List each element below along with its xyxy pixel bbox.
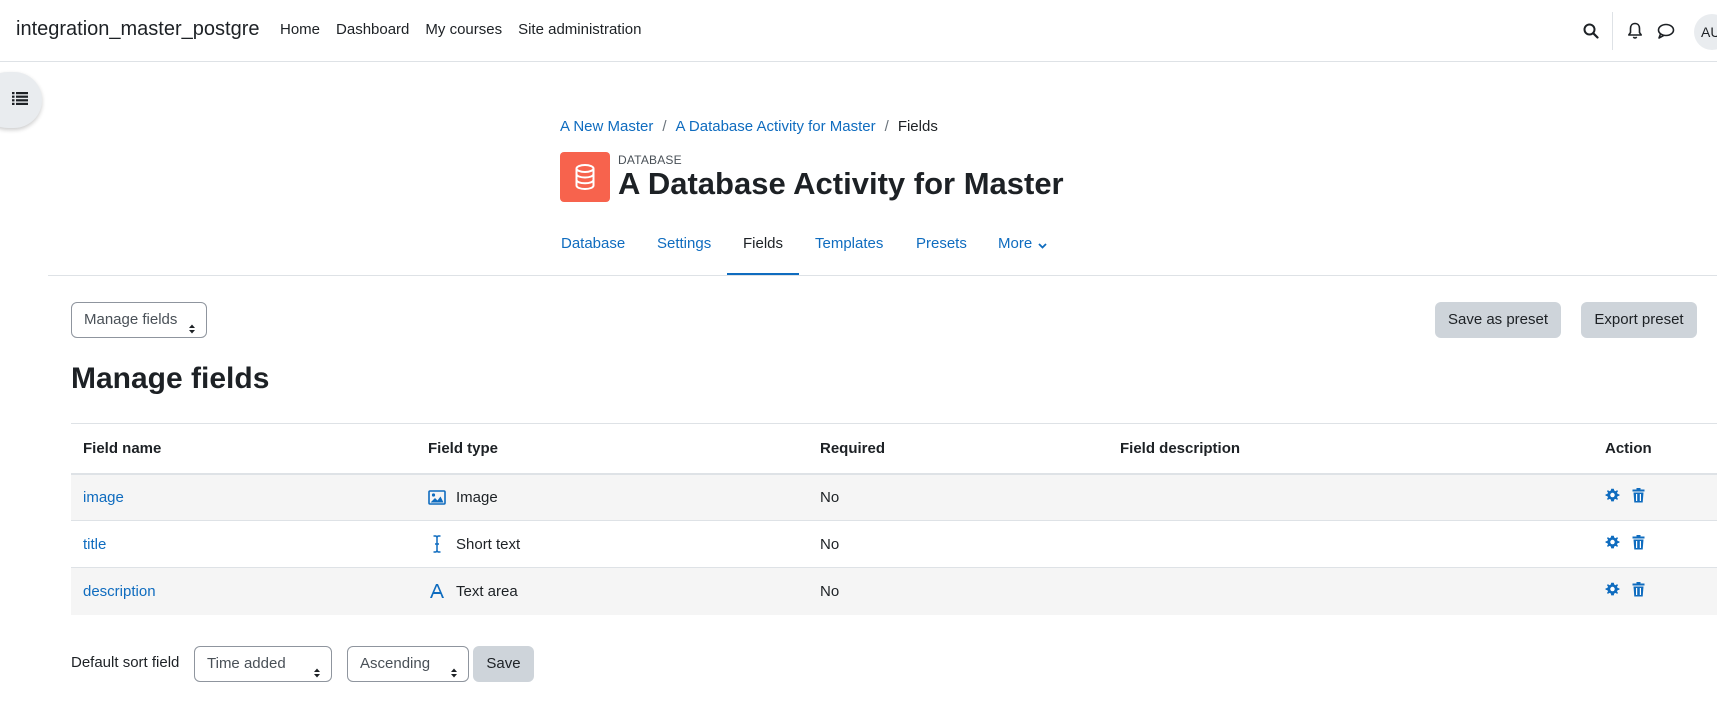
- field-required-value: No: [808, 473, 1108, 521]
- sort-order-select[interactable]: Ascending: [347, 646, 469, 682]
- tab-more[interactable]: More: [998, 235, 1047, 253]
- list-icon: [12, 91, 28, 109]
- secondary-nav-divider: [48, 275, 1717, 276]
- field-description-value: [1108, 473, 1593, 521]
- user-avatar[interactable]: AU: [1694, 14, 1717, 50]
- select-arrows-icon: [188, 314, 196, 334]
- tab-fields[interactable]: Fields: [743, 235, 783, 252]
- tab-more-label: More: [998, 235, 1033, 252]
- sort-field-select[interactable]: Time added: [194, 646, 332, 682]
- site-name[interactable]: integration_master_postgre: [16, 18, 259, 41]
- database-icon: [560, 152, 610, 202]
- tab-database[interactable]: Database: [561, 235, 625, 252]
- gear-icon[interactable]: [1605, 582, 1620, 601]
- breadcrumb-separator: /: [662, 118, 667, 135]
- column-header-action: Action: [1593, 423, 1717, 475]
- breadcrumb-separator: /: [884, 118, 889, 135]
- field-name-link[interactable]: description: [83, 583, 156, 600]
- field-name-link[interactable]: title: [83, 536, 106, 553]
- chevron-down-icon: [1038, 236, 1047, 253]
- save-as-preset-button[interactable]: Save as preset: [1435, 302, 1561, 338]
- column-header-field-name: Field name: [71, 423, 416, 475]
- nav-home-link[interactable]: Home: [280, 21, 320, 38]
- sort-order-select-value: Ascending: [360, 655, 431, 672]
- field-type-label: Text area: [456, 582, 518, 600]
- page-title: A Database Activity for Master: [618, 166, 1064, 201]
- course-index-toggle-button[interactable]: [0, 72, 42, 128]
- primary-navigation: Home Dashboard My courses Site administr…: [280, 21, 642, 38]
- sort-field-select-value: Time added: [207, 655, 286, 672]
- field-name-link[interactable]: image: [83, 489, 124, 506]
- navbar-divider: [1612, 12, 1613, 50]
- select-arrows-icon: [450, 658, 458, 678]
- font-a-icon: [428, 582, 446, 600]
- section-title: Manage fields: [71, 362, 270, 395]
- breadcrumb-activity-link[interactable]: A Database Activity for Master: [676, 118, 876, 135]
- table-row: description Text area No: [71, 567, 1717, 615]
- text-cursor-icon: [428, 535, 446, 553]
- default-sort-label: Default sort field: [71, 654, 180, 671]
- field-required-value: No: [808, 567, 1108, 615]
- trash-icon[interactable]: [1632, 534, 1645, 554]
- field-description-value: [1108, 520, 1593, 568]
- manage-fields-select[interactable]: Manage fields: [71, 302, 207, 338]
- top-navbar: integration_master_postgre Home Dashboar…: [0, 0, 1717, 62]
- activity-type-label: DATABASE: [618, 153, 682, 167]
- save-sort-button[interactable]: Save: [473, 646, 534, 682]
- bell-icon[interactable]: [1624, 20, 1646, 42]
- field-required-value: No: [808, 520, 1108, 568]
- fields-table: Field name Field type Required Field des…: [71, 423, 1717, 615]
- image-icon: [428, 488, 446, 506]
- column-header-required: Required: [808, 423, 1108, 475]
- tab-presets[interactable]: Presets: [916, 235, 967, 252]
- search-icon[interactable]: [1580, 20, 1602, 42]
- field-type-label: Image: [456, 488, 498, 506]
- column-header-field-type: Field type: [416, 423, 808, 475]
- nav-dashboard-link[interactable]: Dashboard: [336, 21, 409, 38]
- field-description-value: [1108, 567, 1593, 615]
- tab-settings[interactable]: Settings: [657, 235, 711, 252]
- table-row: title Short text No: [71, 520, 1717, 568]
- manage-fields-select-value: Manage fields: [84, 311, 178, 328]
- column-header-field-description: Field description: [1108, 423, 1593, 475]
- breadcrumb: A New Master / A Database Activity for M…: [560, 118, 938, 135]
- trash-icon[interactable]: [1632, 581, 1645, 601]
- tab-templates[interactable]: Templates: [815, 235, 883, 252]
- select-arrows-icon: [313, 658, 321, 678]
- field-type-label: Short text: [456, 535, 521, 553]
- trash-icon[interactable]: [1632, 487, 1645, 507]
- gear-icon[interactable]: [1605, 488, 1620, 507]
- breadcrumb-course-link[interactable]: A New Master: [560, 118, 653, 135]
- nav-site-administration-link[interactable]: Site administration: [518, 21, 641, 38]
- messages-icon[interactable]: [1655, 20, 1677, 42]
- secondary-navigation: Database Settings Fields Templates Prese…: [0, 226, 1717, 276]
- table-row: image Image No: [71, 473, 1717, 521]
- export-preset-button[interactable]: Export preset: [1581, 302, 1697, 338]
- nav-my-courses-link[interactable]: My courses: [425, 21, 502, 38]
- breadcrumb-current: Fields: [897, 118, 938, 135]
- gear-icon[interactable]: [1605, 535, 1620, 554]
- table-header-row: Field name Field type Required Field des…: [71, 423, 1717, 475]
